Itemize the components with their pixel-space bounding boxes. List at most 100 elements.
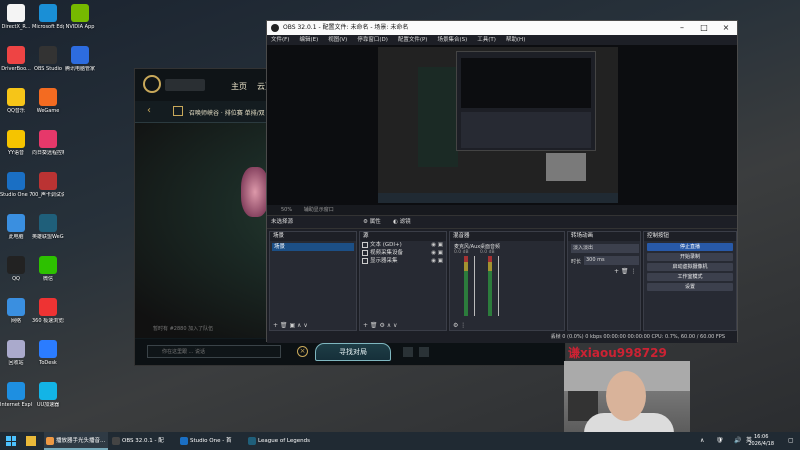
desktop-icon-label: 360 极速浏览器X (32, 318, 64, 324)
desktop-uu-shortcut[interactable]: UU加速器 (32, 382, 64, 408)
stream-watermark: 谦xiaou998729 (568, 346, 667, 360)
minimize-icon[interactable]: – (671, 21, 693, 35)
source-item[interactable]: 显示器采集 ◉ ▣ (360, 257, 446, 265)
taskbar-app-item[interactable]: Studio One - 首曲... (178, 432, 242, 450)
obs-menu-item[interactable]: 视图(V) (328, 37, 347, 43)
control-button[interactable]: 工作室模式 (647, 273, 733, 281)
uu-icon (39, 382, 57, 400)
desktop-obs-shortcut[interactable]: OBS Studio (32, 46, 64, 72)
clock[interactable]: 16:06 2026/4/18 (748, 434, 774, 448)
file-explorer-icon[interactable] (26, 436, 36, 446)
obs-preview[interactable] (267, 45, 737, 205)
desktop-fader[interactable] (498, 256, 499, 316)
scenes-dock-toolbar[interactable]: + 🗑 ▣ ∧ ∨ (270, 321, 356, 330)
control-button[interactable]: 启动虚拟摄像机 (647, 263, 733, 271)
desktop-computer-shortcut[interactable]: 此电脑 (0, 214, 32, 240)
desktop-wechat-shortcut[interactable]: 微信 (32, 256, 64, 282)
lol-search-box[interactable] (165, 79, 205, 91)
obs-menu-item[interactable]: 文件(F) (271, 37, 289, 43)
source-label: 视频采集设备 (370, 250, 404, 256)
transition-select[interactable]: 淡入淡出 (571, 244, 639, 253)
sources-dock-title: 源 (360, 232, 446, 241)
obs-menu-item[interactable]: 配置文件(P) (398, 37, 428, 43)
obs-menu-item[interactable]: 帮助(H) (506, 37, 525, 43)
desktop-yy-shortcut[interactable]: YY语音 (0, 130, 32, 156)
recycle-bin-icon (7, 340, 25, 358)
obs-window: OBS 32.0.1 - 配置文件: 未命名 - 场景: 未命名 – □ × 文… (266, 20, 738, 343)
zoom-value[interactable]: 50% (281, 207, 292, 213)
lol-chat-input[interactable]: 你在这里跟 ... 说话 (147, 345, 281, 358)
desktop-archive-shortcut[interactable]: 00_声卡调试说明书 (32, 172, 64, 198)
filters-button[interactable]: ◐ 滤镜 (393, 216, 411, 229)
lol-mode-title: 召唤师峡谷 · 排位赛 单排/双 (189, 110, 265, 117)
desktop-nvidia-shortcut[interactable]: NVIDIA App (64, 4, 96, 30)
desktop-icon-label: Internet Explorer (0, 402, 32, 408)
desktop-wegame-shortcut[interactable]: WeGame (32, 88, 64, 114)
desktop-browser-shortcut[interactable]: 360 极速浏览器X (32, 298, 64, 324)
obs-menu-item[interactable]: 工具(T) (477, 37, 496, 43)
control-button[interactable]: 开始录制 (647, 253, 733, 261)
desktop-icon-label: NVIDIA App (65, 24, 95, 30)
studio-one-icon (7, 172, 25, 190)
driver-icon (7, 46, 25, 64)
taskbar-app-item[interactable]: 播放器手光头播音... (44, 432, 108, 450)
preview-nested-obs (456, 51, 596, 151)
desktop-edge-shortcut[interactable]: Microsoft Edge (32, 4, 64, 30)
desktop-qq-shortcut[interactable]: QQ (0, 256, 32, 282)
lol-logo-icon[interactable] (143, 75, 161, 93)
volume-icon[interactable]: 🔊 (734, 432, 741, 450)
properties-button[interactable]: ⚙ 属性 (363, 216, 381, 229)
taskbar-app-item[interactable]: OBS 32.0.1 - 配置... (110, 432, 174, 450)
maximize-icon[interactable]: □ (693, 21, 715, 35)
scene-item[interactable]: 场景 (272, 243, 354, 251)
control-button[interactable]: 设置 (647, 283, 733, 291)
desktop-ie-shortcut[interactable]: Internet Explorer (0, 382, 32, 408)
webcam-overlay (564, 361, 690, 435)
visibility-lock-icon[interactable]: ◉ ▣ (431, 257, 443, 265)
taskbar-app-item[interactable]: League of Legends (246, 432, 310, 450)
desktop-file-shortcut[interactable]: DirectX_R... (0, 4, 32, 30)
source-item[interactable]: 视频采集设备 ◉ ▣ (360, 249, 446, 257)
sources-dock-toolbar[interactable]: + 🗑 ⚙ ∧ ∨ (360, 321, 446, 330)
close-icon[interactable]: × (715, 21, 737, 35)
obs-titlebar[interactable]: OBS 32.0.1 - 配置文件: 未命名 - 场景: 未命名 – □ × (267, 21, 737, 35)
mixer-dock-toolbar[interactable]: ⚙ ⋮ (450, 321, 564, 330)
desktop-network-shortcut[interactable]: 网络 (0, 298, 32, 324)
shield-tray-icon[interactable]: 🛡 (716, 432, 724, 450)
control-button[interactable]: 停止直播 (647, 243, 733, 251)
desktop-studio-one-shortcut[interactable]: Studio One 7 (0, 172, 32, 198)
shield-icon (71, 46, 89, 64)
desktop-shield-shortcut[interactable]: 腾讯电脑管家 (64, 46, 96, 72)
find-match-button[interactable]: 寻找对局 (315, 343, 391, 361)
obs-menu-item[interactable]: 编辑(E) (299, 37, 318, 43)
tray-expand-icon[interactable]: ∧ (700, 432, 704, 450)
desktop-sunflower-shortcut[interactable]: 向日葵远程控制 (32, 130, 64, 156)
desktop-icon-label: 回收站 (8, 360, 24, 366)
desktop-todesk-shortcut[interactable]: ToDesk (32, 340, 64, 366)
edge-icon (39, 4, 57, 22)
lol-chat-icon[interactable] (403, 347, 413, 357)
obs-menu-item[interactable]: 场景集合(S) (437, 37, 467, 43)
visibility-lock-icon[interactable]: ◉ ▣ (431, 249, 443, 257)
notification-icon[interactable]: ▢ (788, 432, 794, 450)
mic-fader[interactable] (474, 256, 475, 316)
lol-social-icon[interactable] (419, 347, 429, 357)
obs-menu-item[interactable]: 停靠窗口(D) (357, 37, 388, 43)
lol-nav-home[interactable]: 主页 (231, 81, 247, 92)
transition-toolbar[interactable]: + 🗑 ⋮ (614, 268, 636, 275)
zoom-label[interactable]: 辅助显示窗口 (304, 207, 334, 213)
sunflower-icon (39, 130, 57, 148)
visibility-lock-icon[interactable]: ◉ ▣ (431, 241, 443, 249)
desktop-driver-shortcut[interactable]: DriverBoo... (0, 46, 32, 72)
close-circle-icon[interactable]: × (297, 346, 308, 357)
duration-input[interactable]: 300 ms (584, 256, 639, 265)
source-item[interactable]: 文本 (GDI+) ◉ ▣ (360, 241, 446, 249)
back-arrow-icon[interactable]: ‹ (147, 105, 151, 116)
obs-statusbar: 丢帧 0 (0.0%) 0 kbps 00:00:00 00:00:00 CPU… (267, 331, 737, 343)
desktop-qqmusic-shortcut[interactable]: QQ音乐 (0, 88, 32, 114)
lol-tips: 暂时有 #2880 加入了队伍 (153, 326, 214, 332)
transitions-dock-title: 转场动画 (568, 232, 640, 241)
desktop-recycle-bin-shortcut[interactable]: 回收站 (0, 340, 32, 366)
start-icon[interactable] (6, 436, 16, 446)
desktop-lol-shortcut[interactable]: 英雄联盟WeGame版 (32, 214, 64, 240)
